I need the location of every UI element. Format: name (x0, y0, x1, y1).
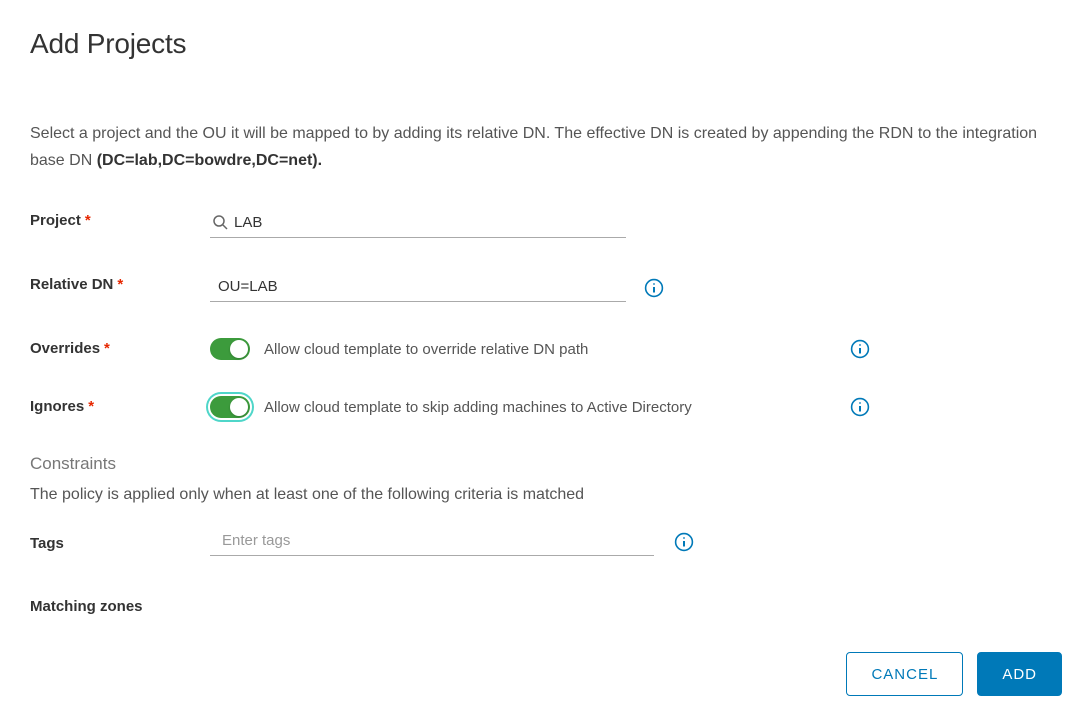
project-input-wrap (210, 210, 626, 238)
add-button[interactable]: ADD (977, 652, 1062, 696)
tags-row: Tags (30, 528, 1062, 556)
ignores-toggle-label: Allow cloud template to skip adding mach… (264, 399, 692, 416)
ignores-row: Ignores* Allow cloud template to skip ad… (30, 396, 1062, 418)
required-indicator: * (85, 212, 91, 229)
cancel-button[interactable]: CANCEL (846, 652, 963, 696)
required-indicator: * (104, 340, 110, 357)
toggle-knob (230, 340, 248, 358)
ignores-toggle[interactable] (210, 396, 250, 418)
matching-zones-label: Matching zones (30, 596, 210, 615)
required-indicator: * (88, 398, 94, 415)
tags-input[interactable] (210, 528, 654, 556)
description-text: Select a project and the OU it will be m… (30, 120, 1062, 174)
info-icon[interactable] (644, 278, 664, 298)
ignores-label-text: Ignores (30, 398, 84, 415)
overrides-toggle[interactable] (210, 338, 250, 360)
constraints-heading: Constraints (30, 454, 1062, 474)
overrides-toggle-label: Allow cloud template to override relativ… (264, 341, 588, 358)
project-label-text: Project (30, 212, 81, 229)
relative-dn-label: Relative DN* (30, 274, 210, 293)
overrides-row: Overrides* Allow cloud template to overr… (30, 338, 1062, 360)
footer-buttons: CANCEL ADD (846, 652, 1062, 696)
project-input[interactable] (210, 210, 626, 238)
tags-label: Tags (30, 533, 210, 552)
toggle-knob (230, 398, 248, 416)
info-icon[interactable] (850, 339, 870, 359)
overrides-label-text: Overrides (30, 340, 100, 357)
ignores-label: Ignores* (30, 396, 210, 415)
info-icon[interactable] (674, 532, 694, 552)
project-row: Project* (30, 210, 1062, 238)
info-icon[interactable] (850, 397, 870, 417)
relative-dn-row: Relative DN* (30, 274, 1062, 302)
relative-dn-label-text: Relative DN (30, 276, 113, 293)
relative-dn-input[interactable] (210, 274, 626, 302)
constraints-subtext: The policy is applied only when at least… (30, 486, 1062, 504)
required-indicator: * (117, 276, 123, 293)
overrides-label: Overrides* (30, 338, 210, 357)
project-label: Project* (30, 210, 210, 229)
page-title: Add Projects (30, 28, 1062, 60)
description-base-dn: (DC=lab,DC=bowdre,DC=net). (97, 152, 322, 169)
matching-zones-row: Matching zones (30, 596, 1062, 615)
